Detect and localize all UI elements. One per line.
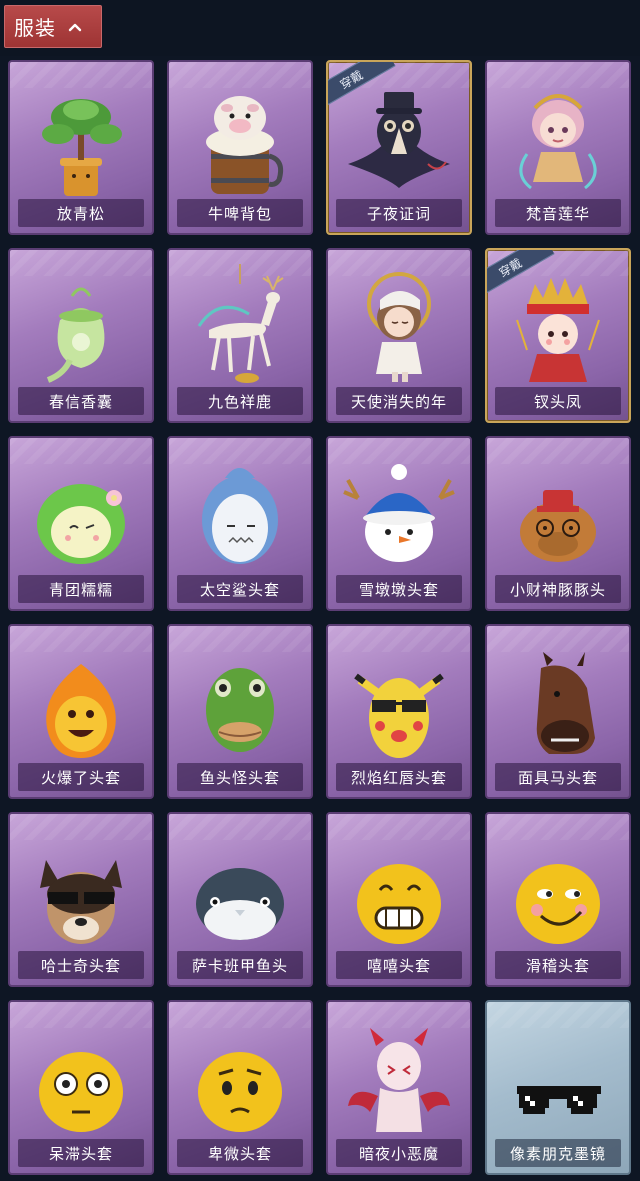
pikachu-mask-icon bbox=[354, 673, 444, 758]
costume-card[interactable]: 梵音莲华 bbox=[485, 60, 631, 235]
section-title: 服装 bbox=[14, 16, 56, 40]
costume-name: 钗头凤 bbox=[533, 392, 582, 411]
costume-name-bar: 像素朋克墨镜 bbox=[495, 1139, 621, 1167]
snowman-head-icon bbox=[343, 464, 455, 562]
costume-name-bar: 火爆了头套 bbox=[18, 763, 144, 791]
pixel-sunglasses-icon bbox=[517, 1086, 601, 1114]
space-shark-head-icon bbox=[202, 468, 278, 564]
fire-head-icon bbox=[46, 664, 116, 758]
costume-name-bar: 滑稽头套 bbox=[495, 951, 621, 979]
costume-card[interactable]: 天使消失的年 bbox=[326, 248, 472, 423]
costume-name: 牛啤背包 bbox=[207, 204, 272, 223]
costume-card[interactable]: 面具马头套 bbox=[485, 624, 631, 799]
costume-name: 暗夜小恶魔 bbox=[358, 1144, 439, 1163]
costume-card[interactable]: 牛啤背包 bbox=[167, 60, 313, 235]
grin-emoji-head-icon bbox=[357, 864, 441, 944]
costume-name-bar: 雪墩墩头套 bbox=[336, 575, 462, 603]
top-bar: 服装 bbox=[0, 0, 640, 56]
costume-section-tab[interactable]: 服装 bbox=[4, 5, 102, 48]
costume-card[interactable]: 穿戴 钗头凤 bbox=[485, 248, 631, 423]
costume-name: 子夜证词 bbox=[366, 204, 431, 223]
costume-name-bar: 卑微头套 bbox=[177, 1139, 303, 1167]
costume-card[interactable]: 小财神豚豚头 bbox=[485, 436, 631, 611]
costume-card[interactable]: 穿戴 子夜证词 bbox=[326, 60, 472, 235]
costume-name-bar: 子夜证词 bbox=[336, 199, 462, 227]
costume-name-bar: 梵音莲华 bbox=[495, 199, 621, 227]
costume-name-bar: 小财神豚豚头 bbox=[495, 575, 621, 603]
costume-card[interactable]: 雪墩墩头套 bbox=[326, 436, 472, 611]
nine-color-deer-icon bbox=[197, 264, 284, 383]
sachet-pouch-icon bbox=[46, 287, 105, 383]
costume-card[interactable]: 嘻嘻头套 bbox=[326, 812, 472, 987]
costume-name-bar: 萨卡班甲鱼头 bbox=[177, 951, 303, 979]
beer-barrel-backpack-icon bbox=[206, 96, 284, 194]
costume-name: 春信香囊 bbox=[48, 392, 113, 411]
costume-name: 九色祥鹿 bbox=[207, 392, 272, 411]
costume-name: 面具马头套 bbox=[517, 768, 598, 787]
bonsai-pine-icon bbox=[42, 99, 122, 196]
horse-head-icon bbox=[536, 652, 595, 754]
costume-name: 烈焰红唇头套 bbox=[350, 768, 447, 787]
costume-name: 哈士奇头套 bbox=[40, 956, 121, 975]
humble-emoji-head-icon bbox=[198, 1052, 282, 1132]
costume-name: 天使消失的年 bbox=[350, 392, 447, 411]
costume-name: 梵音莲华 bbox=[525, 204, 590, 223]
costume-name-bar: 太空鲨头套 bbox=[177, 575, 303, 603]
dazed-emoji-head-icon bbox=[39, 1052, 123, 1132]
smirk-emoji-head-icon bbox=[516, 864, 600, 944]
angel-doll-icon bbox=[367, 272, 431, 382]
costume-name: 萨卡班甲鱼头 bbox=[191, 956, 288, 975]
costume-card[interactable]: 像素朋克墨镜 bbox=[485, 1000, 631, 1175]
costume-card[interactable]: 卑微头套 bbox=[167, 1000, 313, 1175]
costume-name-bar: 暗夜小恶魔 bbox=[336, 1139, 462, 1167]
costume-name-bar: 哈士奇头套 bbox=[18, 951, 144, 979]
capybara-head-icon bbox=[520, 490, 596, 562]
costume-name-bar: 呆滞头套 bbox=[18, 1139, 144, 1167]
little-devil-icon bbox=[348, 1028, 450, 1132]
costume-card[interactable]: 九色祥鹿 bbox=[167, 248, 313, 423]
costume-name: 像素朋克墨镜 bbox=[509, 1144, 606, 1163]
sacabambaspis-head-icon bbox=[196, 868, 284, 940]
costume-name-bar: 天使消失的年 bbox=[336, 387, 462, 415]
costume-name-bar: 鱼头怪头套 bbox=[177, 763, 303, 791]
costume-card[interactable]: 暗夜小恶魔 bbox=[326, 1000, 472, 1175]
costume-name: 太空鲨头套 bbox=[199, 580, 280, 599]
costume-name: 呆滞头套 bbox=[48, 1144, 113, 1163]
costume-name: 卑微头套 bbox=[207, 1144, 272, 1163]
husky-head-icon bbox=[40, 860, 122, 944]
fairy-girl-icon bbox=[519, 94, 597, 190]
costume-card[interactable]: 烈焰红唇头套 bbox=[326, 624, 472, 799]
costume-name: 青团糯糯 bbox=[48, 580, 113, 599]
costume-card[interactable]: 滑稽头套 bbox=[485, 812, 631, 987]
costume-name: 鱼头怪头套 bbox=[199, 768, 280, 787]
chevron-up-icon bbox=[68, 23, 82, 31]
costume-name: 嘻嘻头套 bbox=[366, 956, 431, 975]
costume-card[interactable]: 萨卡班甲鱼头 bbox=[167, 812, 313, 987]
costume-name: 放青松 bbox=[56, 204, 105, 223]
costume-card[interactable]: 火爆了头套 bbox=[8, 624, 154, 799]
costume-card[interactable]: 放青松 bbox=[8, 60, 154, 235]
costume-name-bar: 九色祥鹿 bbox=[177, 387, 303, 415]
costume-name-bar: 放青松 bbox=[18, 199, 144, 227]
costume-name: 雪墩墩头套 bbox=[358, 580, 439, 599]
costume-name-bar: 烈焰红唇头套 bbox=[336, 763, 462, 791]
costume-card[interactable]: 哈士奇头套 bbox=[8, 812, 154, 987]
costume-name-bar: 牛啤背包 bbox=[177, 199, 303, 227]
costume-card[interactable]: 太空鲨头套 bbox=[167, 436, 313, 611]
costume-name: 火爆了头套 bbox=[40, 768, 121, 787]
costume-name: 小财神豚豚头 bbox=[509, 580, 606, 599]
costume-card[interactable]: 鱼头怪头套 bbox=[167, 624, 313, 799]
costume-name-bar: 嘻嘻头套 bbox=[336, 951, 462, 979]
costume-name-bar: 春信香囊 bbox=[18, 387, 144, 415]
green-rice-ball-head-icon bbox=[37, 484, 125, 564]
costume-card[interactable]: 呆滞头套 bbox=[8, 1000, 154, 1175]
costume-card[interactable]: 春信香囊 bbox=[8, 248, 154, 423]
costume-name: 滑稽头套 bbox=[525, 956, 590, 975]
costume-name-bar: 青团糯糯 bbox=[18, 575, 144, 603]
fish-head-icon bbox=[206, 668, 274, 752]
costume-name-bar: 钗头凤 bbox=[495, 387, 621, 415]
costume-card[interactable]: 青团糯糯 bbox=[8, 436, 154, 611]
costume-name-bar: 面具马头套 bbox=[495, 763, 621, 791]
